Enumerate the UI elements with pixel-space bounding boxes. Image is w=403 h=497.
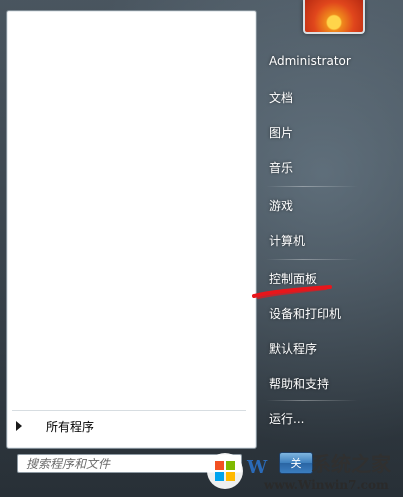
right-separator-3 [266, 400, 358, 401]
right-item-run[interactable]: 运行... [269, 410, 304, 427]
right-item-games[interactable]: 游戏 [269, 197, 293, 214]
programs-pane [6, 10, 257, 449]
right-separator-1 [266, 186, 358, 187]
right-item-help-support[interactable]: 帮助和支持 [269, 375, 329, 392]
watermark-brand: 系统之家 [311, 452, 392, 476]
right-item-music[interactable]: 音乐 [269, 159, 293, 176]
all-programs-label: 所有程序 [46, 419, 95, 434]
right-item-documents[interactable]: 文档 [269, 89, 293, 106]
user-name-link[interactable]: Administrator [269, 54, 351, 68]
watermark-url: www.Winwin7.com [264, 478, 389, 492]
all-programs-button[interactable]: 所有程序 [14, 416, 244, 436]
start-menu: 所有程序 搜索程序和文件 Administrator 文档 图片 音乐 游戏 计… [0, 0, 403, 497]
arrow-right-icon [16, 421, 22, 431]
right-item-devices-printers[interactable]: 设备和打印机 [269, 305, 341, 322]
red-annotation-stroke [252, 285, 332, 299]
all-programs-separator [12, 410, 246, 411]
search-placeholder: 搜索程序和文件 [26, 457, 111, 471]
user-avatar[interactable] [303, 0, 365, 34]
right-item-default-programs[interactable]: 默认程序 [269, 340, 317, 357]
right-item-computer[interactable]: 计算机 [269, 232, 305, 249]
right-separator-2 [266, 259, 358, 260]
right-item-pictures[interactable]: 图片 [269, 124, 293, 141]
svg-text:W: W [246, 457, 268, 478]
